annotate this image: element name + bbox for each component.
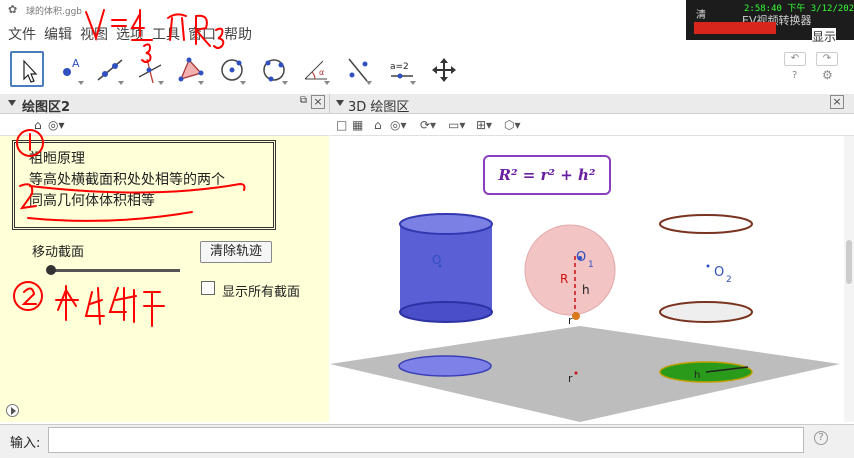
input-help-icon[interactable]: ? bbox=[814, 431, 828, 445]
axes-icon[interactable]: □ bbox=[336, 118, 347, 132]
projection-icon[interactable]: ⊞▾ bbox=[476, 118, 492, 132]
menu-help[interactable]: 帮助 bbox=[224, 24, 252, 44]
slider-tool-button[interactable]: a=2 bbox=[384, 51, 418, 87]
move-view-tool-button[interactable] bbox=[426, 51, 460, 87]
cursor-arrow-icon bbox=[23, 59, 38, 83]
center-O2-point bbox=[706, 264, 710, 268]
help-icon[interactable]: ? bbox=[792, 70, 797, 81]
move-tool-button[interactable] bbox=[10, 51, 44, 87]
undock-icon[interactable]: ⧉ bbox=[300, 95, 307, 106]
clear-trace-button[interactable]: 清除轨迹 bbox=[200, 241, 272, 263]
home-icon[interactable]: ⌂ bbox=[374, 118, 382, 132]
panel-collapse-icon[interactable] bbox=[8, 100, 16, 106]
svg-text:α: α bbox=[319, 68, 324, 77]
cylinder-bottom-section bbox=[398, 355, 492, 377]
view-options-icon[interactable]: ◎▾ bbox=[48, 118, 65, 132]
label-r: r bbox=[568, 314, 573, 327]
label-o1-subscript: 1 bbox=[588, 260, 594, 270]
vertical-scrollbar[interactable] bbox=[844, 136, 854, 422]
menu-edit[interactable]: 编辑 bbox=[44, 24, 72, 44]
scrollbar-thumb[interactable] bbox=[846, 240, 852, 284]
label-o2-subscript: 2 bbox=[726, 275, 732, 285]
input-label: 输入: bbox=[10, 436, 41, 451]
svg-text:A: A bbox=[72, 57, 80, 70]
label-o2: O bbox=[714, 265, 724, 280]
input-bar: 输入: ? bbox=[0, 424, 854, 458]
polygon-tool-button[interactable] bbox=[172, 51, 206, 87]
hemisphere bbox=[524, 224, 616, 316]
textbox-line-1: 祖暅原理 bbox=[29, 151, 85, 167]
top-ring bbox=[659, 214, 753, 234]
menu-view[interactable]: 视图 bbox=[80, 24, 108, 44]
section-slider[interactable] bbox=[46, 265, 180, 275]
principle-textbox: 祖暅原理 等高处横截面积处处相等的两个 同高几何体体积相等 bbox=[12, 140, 276, 230]
textbox-line-2: 等高处横截面积处处相等的两个 bbox=[29, 172, 225, 188]
grid-icon[interactable]: ▦ bbox=[352, 118, 363, 132]
close-icon[interactable]: × bbox=[311, 95, 325, 109]
tool-bar: A α a=2 bbox=[0, 48, 854, 94]
circle-three-points-tool-button[interactable] bbox=[256, 51, 290, 87]
label-r-section: r bbox=[568, 372, 573, 385]
label-h-section: h bbox=[694, 370, 700, 381]
play-icon[interactable] bbox=[6, 404, 19, 417]
show-label[interactable]: 显示 bbox=[812, 28, 837, 45]
view-options-icon[interactable]: ◎▾ bbox=[390, 118, 407, 132]
slider-label: 移动截面 bbox=[32, 245, 85, 260]
circle-tool-button[interactable] bbox=[214, 51, 248, 87]
close-icon[interactable]: × bbox=[830, 95, 844, 109]
graphics2-canvas[interactable]: 祖暅原理 等高处横截面积处处相等的两个 同高几何体体积相等 移动截面 清除轨迹 … bbox=[0, 136, 329, 422]
label-R: R bbox=[560, 272, 568, 286]
graphics3d-style-bar: □ ▦ ⌂ ◎▾ ⟳▾ ▭▾ ⊞▾ ⬡▾ bbox=[330, 114, 854, 136]
show-all-sections-checkbox[interactable] bbox=[201, 281, 215, 295]
angle-tool-button[interactable]: α bbox=[298, 51, 332, 87]
menu-bar: 文件 编辑 视图 选项 工具 窗口 帮助 bbox=[0, 22, 854, 44]
menu-tools[interactable]: 工具 bbox=[152, 24, 180, 44]
cylinder-top bbox=[399, 213, 493, 235]
panel-collapse-icon[interactable] bbox=[336, 100, 344, 106]
ground-plane bbox=[330, 326, 840, 422]
undo-button[interactable]: ↶ bbox=[784, 52, 806, 66]
r-point bbox=[574, 371, 578, 375]
graphics3d-header: 3D 绘图区 × bbox=[329, 94, 854, 115]
move-graphics-view-icon bbox=[432, 58, 456, 82]
textbox-line-3: 同高几何体体积相等 bbox=[29, 193, 155, 209]
geogebra-app-icon: ✿ bbox=[8, 3, 18, 16]
label-o: O bbox=[432, 253, 441, 267]
perpendicular-tool-button[interactable] bbox=[132, 51, 166, 87]
label-o1: O bbox=[576, 250, 586, 265]
graphics2-header: 绘图区2 ⧉ × bbox=[0, 94, 329, 115]
redo-button[interactable]: ↷ bbox=[816, 52, 838, 66]
graphics2-title: 绘图区2 bbox=[22, 100, 71, 115]
cylinder-body bbox=[400, 224, 492, 312]
recorder-clear-label: 清 bbox=[696, 10, 706, 21]
svg-text:a=2: a=2 bbox=[390, 62, 409, 72]
clipping-icon[interactable]: ▭▾ bbox=[448, 118, 465, 132]
menu-window[interactable]: 窗口 bbox=[188, 24, 216, 44]
menu-options[interactable]: 选项 bbox=[116, 24, 144, 44]
label-h: h bbox=[582, 283, 590, 297]
line-tool-button[interactable] bbox=[92, 51, 126, 87]
origin-point bbox=[572, 312, 580, 320]
input-field[interactable] bbox=[48, 427, 804, 453]
rotate-view-icon[interactable]: ⟳▾ bbox=[420, 118, 436, 132]
formula-box: R² = r² + h² bbox=[483, 155, 611, 195]
graphics3d-canvas[interactable]: O O 1 O 2 R h r r h R² = r² + h² bbox=[330, 136, 844, 422]
cylinder-bottom bbox=[399, 301, 493, 323]
right-controls: ↶ ↷ ? ⚙ bbox=[776, 44, 854, 90]
graphics2-style-bar: ⌂ ◎▾ bbox=[0, 114, 329, 136]
reflect-tool-button[interactable] bbox=[340, 51, 374, 87]
show-all-sections-label: 显示所有截面 bbox=[222, 285, 301, 300]
window-title: 球的体积.ggb bbox=[26, 7, 82, 17]
graphics3d-title: 3D 绘图区 bbox=[348, 100, 410, 115]
gear-icon[interactable]: ⚙ bbox=[822, 68, 833, 82]
menu-file[interactable]: 文件 bbox=[8, 24, 36, 44]
slider-knob[interactable] bbox=[46, 265, 56, 275]
home-icon[interactable]: ⌂ bbox=[34, 118, 42, 132]
point-tool-button[interactable]: A bbox=[52, 51, 86, 87]
cube-view-icon[interactable]: ⬡▾ bbox=[504, 118, 521, 132]
bottom-ring bbox=[659, 301, 753, 323]
